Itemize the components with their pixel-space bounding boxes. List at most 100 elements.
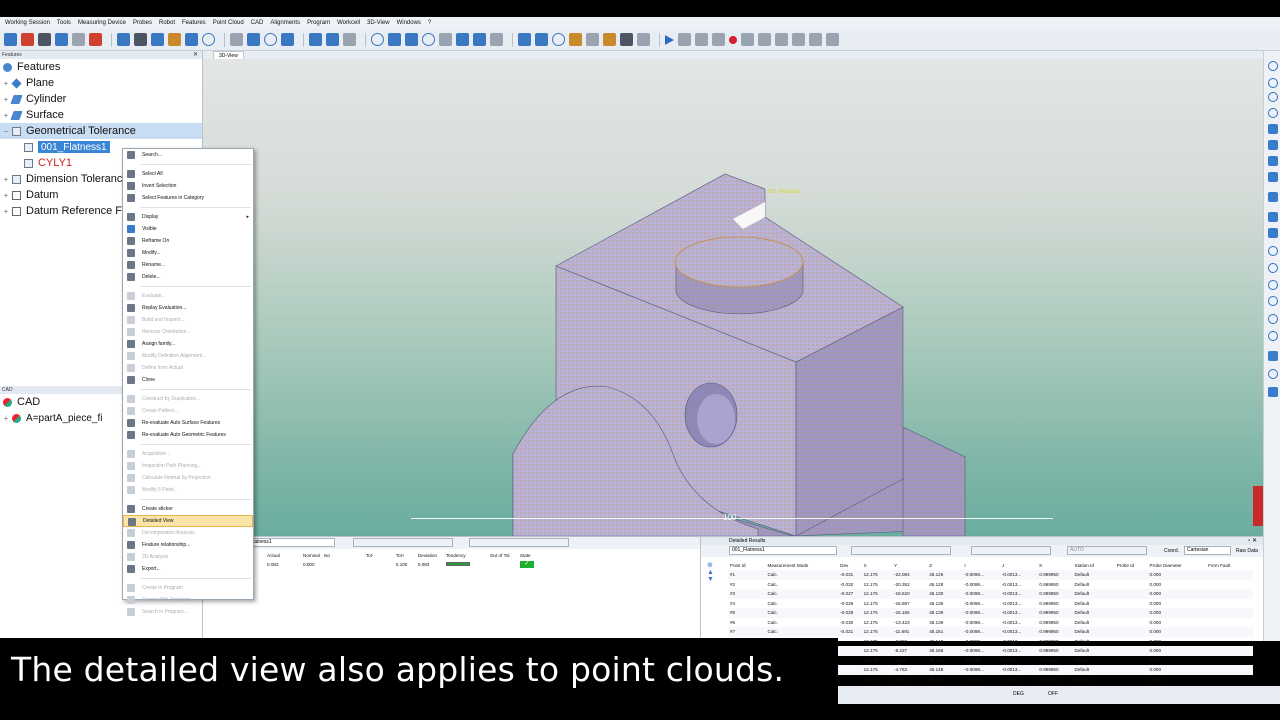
menu-item-program[interactable]: Program — [307, 20, 330, 26]
view-select-icon[interactable] — [586, 33, 599, 46]
column-header[interactable]: I — [962, 561, 1000, 570]
menu-item-rename[interactable]: Rename... — [123, 259, 253, 271]
column-header[interactable]: Measurement Mode — [766, 561, 839, 570]
feature-combo[interactable]: 001_Flatness1 — [729, 546, 837, 555]
column-header[interactable]: Dev — [838, 561, 861, 570]
menu-item-replay-evaluation[interactable]: Replay Evaluation... — [123, 302, 253, 314]
probe-icon[interactable] — [38, 33, 51, 46]
filter-combo[interactable] — [971, 546, 1051, 555]
table-row[interactable]: #4 Calc. -0.029 12.175 -16.887 45.136 -0.0098.… — [728, 599, 1253, 609]
symmetry-icon[interactable] — [439, 33, 452, 46]
print-icon[interactable] — [758, 33, 771, 46]
tree-item-surface[interactable]: + Surface — [0, 107, 202, 123]
curve-icon[interactable] — [1268, 228, 1278, 238]
runout-icon[interactable] — [422, 33, 435, 46]
tree-item-geometrical-tolerance[interactable]: − Geometrical Tolerance — [0, 123, 202, 139]
tools-icon[interactable] — [620, 33, 633, 46]
collapse-icon[interactable]: − — [2, 127, 10, 136]
cone-icon[interactable] — [1268, 172, 1278, 182]
tree-item-plane[interactable]: + Plane — [0, 75, 202, 91]
hand-icon[interactable] — [637, 33, 650, 46]
column-header[interactable]: Probe Id — [1115, 561, 1148, 570]
step-icon[interactable] — [1268, 369, 1278, 379]
plane-icon[interactable] — [1268, 124, 1278, 134]
menu-item-features[interactable]: Features — [182, 20, 206, 26]
menu-item-define-from-actual[interactable]: Define from Actual — [123, 362, 253, 374]
menu-item-2d-analysis[interactable]: 2D Analysis — [123, 551, 253, 563]
menu-item-select-features-in-category[interactable]: Select Features in Category — [123, 192, 253, 204]
mode-combo[interactable]: AUTO — [1067, 546, 1147, 555]
expand-icon[interactable]: + — [2, 414, 10, 423]
table-row[interactable]: #5 Calc. -0.028 12.175 -15.155 45.139 -0.0098.… — [728, 608, 1253, 618]
menu-item-create-with-template[interactable]: Create With Template... — [123, 594, 253, 606]
filter-combo[interactable] — [469, 538, 569, 547]
coord-combo[interactable]: Cartesian — [1184, 546, 1231, 555]
close-icon[interactable] — [826, 33, 839, 46]
table-row[interactable]: #1 Calc. -0.031 12.175 -22.084 45.126 -0.0098.… — [728, 570, 1253, 580]
menu-item-tools[interactable]: Tools — [57, 20, 71, 26]
panel-close-icon[interactable]: ✕ — [193, 51, 198, 59]
menu-item-acquisition[interactable]: Acquisition... — [123, 448, 253, 460]
panel-close-icon[interactable]: ▫ ✕ — [1248, 537, 1257, 545]
features-icon[interactable] — [21, 33, 34, 46]
edit-icon[interactable] — [72, 33, 85, 46]
cube-icon[interactable] — [569, 33, 582, 46]
tree-item-cylinder[interactable]: + Cylinder — [0, 91, 202, 107]
rotate-icon[interactable] — [535, 33, 548, 46]
parallel-icon[interactable] — [309, 33, 322, 46]
print-preview-icon[interactable] — [775, 33, 788, 46]
menu-item-search[interactable]: Search... — [123, 149, 253, 161]
perpendicular-icon[interactable] — [326, 33, 339, 46]
menu-item-re-evaluate-auto-geometric-features[interactable]: Re-evaluate Auto Geometric Features — [123, 429, 253, 441]
menu-item-modify-5-point[interactable]: Modify 5 Point... — [123, 484, 253, 496]
expand-icon[interactable]: + — [2, 191, 10, 200]
menu-item-clone[interactable]: Clone — [123, 374, 253, 386]
3d-viewport[interactable]: 001_Flatness1 100 — [203, 59, 1263, 536]
gear-icon[interactable] — [281, 33, 294, 46]
plane-icon[interactable] — [247, 33, 260, 46]
filter-combo[interactable] — [353, 538, 453, 547]
menu-item-delete[interactable]: Delete... — [123, 271, 253, 283]
table-icon[interactable] — [185, 33, 198, 46]
menu-item-search-in-program[interactable]: Search in Program... — [123, 606, 253, 618]
slot-icon[interactable] — [1268, 246, 1278, 256]
expand-icon[interactable]: + — [2, 111, 10, 120]
grid-icon[interactable] — [388, 33, 401, 46]
column-header[interactable]: Probe Diameter — [1148, 561, 1207, 570]
menu-item-feature-relationship[interactable]: Feature relationship... — [123, 539, 253, 551]
ring-icon[interactable] — [1268, 314, 1278, 324]
menu-item-build-and-inspect[interactable]: Build and Inspect... — [123, 314, 253, 326]
stop-icon[interactable] — [695, 33, 708, 46]
menu-item-reverse-orientation[interactable]: Reverse Orientation... — [123, 326, 253, 338]
expand-icon[interactable]: + — [2, 79, 10, 88]
circle-icon[interactable] — [1268, 92, 1278, 102]
circle-icon[interactable] — [1268, 108, 1278, 118]
menu-item-invert-selection[interactable]: Invert Selection — [123, 180, 253, 192]
table-row[interactable]: #2 Calc. -0.032 12.175 -20.352 45.128 -0.0098.… — [728, 580, 1253, 590]
expand-icon[interactable]: + — [2, 175, 10, 184]
profile-icon[interactable] — [456, 33, 469, 46]
menu-item-windows[interactable]: Windows — [397, 20, 421, 26]
ellipse-icon[interactable] — [1268, 280, 1278, 290]
down-icon[interactable]: ▼ — [707, 576, 721, 583]
menu-item-assign-family[interactable]: Assign family... — [123, 338, 253, 350]
menu-item-display[interactable]: Display ▸ — [123, 211, 253, 223]
menu-item-evaluate[interactable]: Evaluate... — [123, 290, 253, 302]
menu-item-export[interactable]: Export... — [123, 563, 253, 575]
expand-icon[interactable]: + — [2, 207, 10, 216]
marker-icon[interactable] — [89, 33, 102, 46]
menu-item-inspection-path-planning[interactable]: Inspection Path Planning... — [123, 460, 253, 472]
menu-item-re-evaluate-auto-surface-features[interactable]: Re-evaluate Auto Surface Features — [123, 417, 253, 429]
list-icon[interactable] — [712, 33, 725, 46]
edge-icon[interactable] — [1268, 331, 1278, 341]
target-icon[interactable] — [202, 33, 215, 46]
tree-root-features[interactable]: Features — [0, 59, 202, 75]
menu-item-construct-by-duplication[interactable]: Construct by Duplication... — [123, 393, 253, 405]
menu-item-create-sticker[interactable]: Create sticker — [123, 503, 253, 515]
menu-item-decomposition-analysis[interactable]: Decomposition Analysis — [123, 527, 253, 539]
column-header[interactable]: Point Id — [728, 561, 766, 570]
menu-item-create-pattern[interactable]: Create Pattern... — [123, 405, 253, 417]
raw-data-button[interactable]: Raw Data — [1236, 548, 1258, 554]
expand-icon[interactable]: + — [2, 95, 10, 104]
feature-combo[interactable]: Flatness1 — [247, 538, 335, 547]
